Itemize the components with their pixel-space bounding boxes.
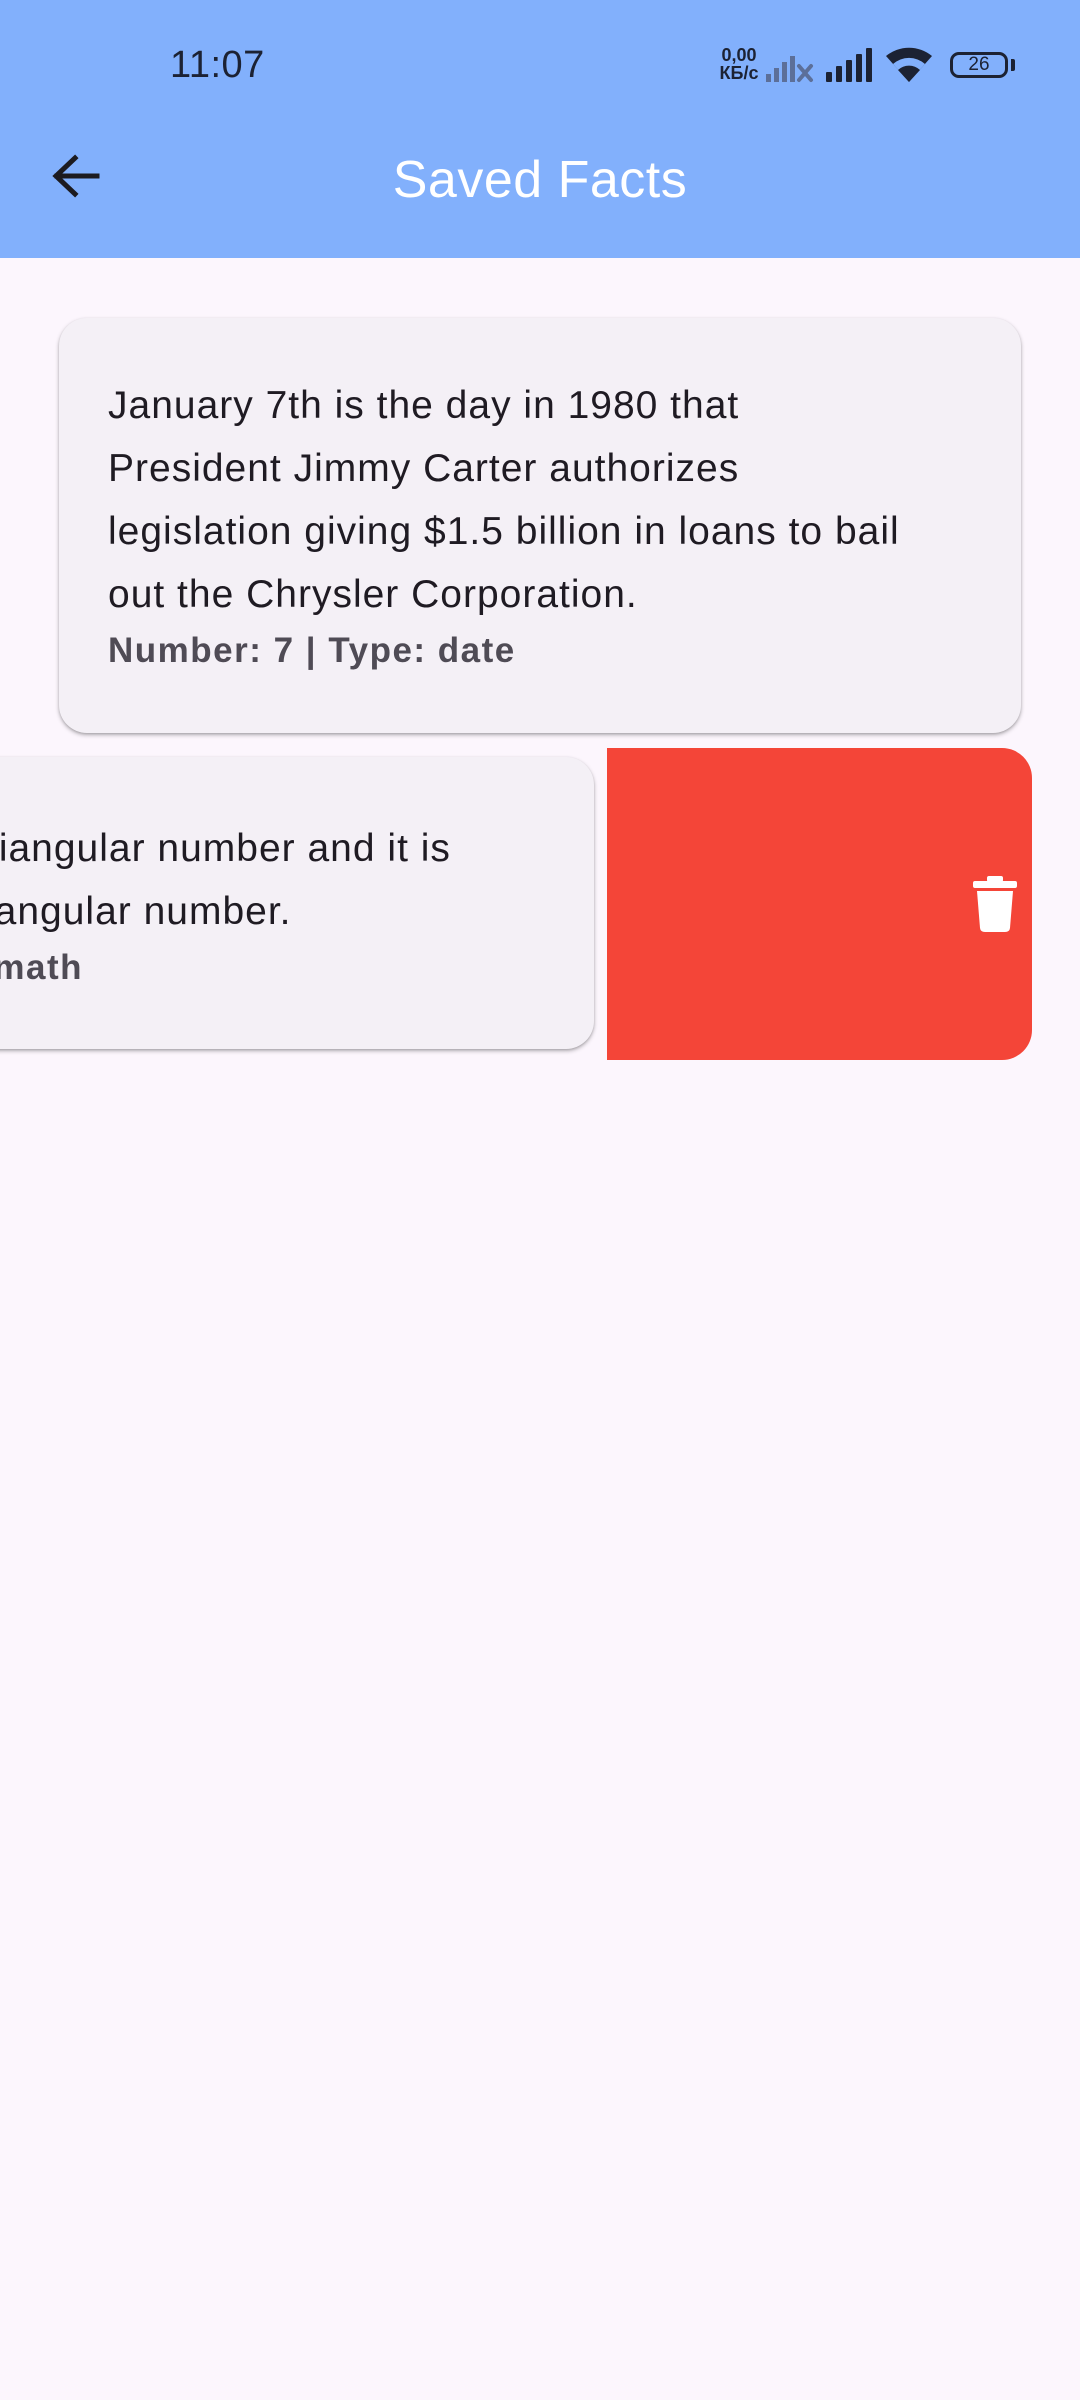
fact-text: triangular number and it is riangular nu… [0,817,451,943]
fact-text-line: legislation giving $1.5 billion in loans… [108,510,900,553]
battery-icon: 26 [950,52,1008,78]
fact-text-line: triangular number and it is [0,827,451,870]
status-time: 11:07 [170,44,265,86]
network-speed: 0,00 КБ/с [714,46,764,82]
network-speed-unit: КБ/с [719,63,759,83]
fact-text-line: out the Chrysler Corporation. [108,573,638,616]
swipe-delete-background[interactable] [607,748,1032,1060]
fact-card-swiped[interactable]: triangular number and it is riangular nu… [0,757,594,1049]
fact-card[interactable]: January 7th is the day in 1980 that Pres… [59,318,1021,733]
network-speed-value: 0,00 [721,45,757,65]
battery-level: 26 [968,54,990,75]
signal-strength-icon [826,48,872,82]
fact-meta: Number: 7 | Type: date [108,631,516,670]
app-bar: 11:07 0,00 КБ/с 26 Saved Facts [0,0,1080,258]
fact-text-line: President Jimmy Carter authorizes [108,447,740,490]
wifi-icon [886,47,932,82]
trash-icon[interactable] [973,876,1017,932]
fact-meta: : math [0,948,83,987]
fact-text: January 7th is the day in 1980 that Pres… [108,374,981,626]
page-title: Saved Facts [392,151,688,209]
battery-terminal [1011,59,1015,71]
signal-no-data-icon [766,56,813,82]
fact-text-line: January 7th is the day in 1980 that [108,384,740,427]
fact-text-line: riangular number. [0,890,292,933]
